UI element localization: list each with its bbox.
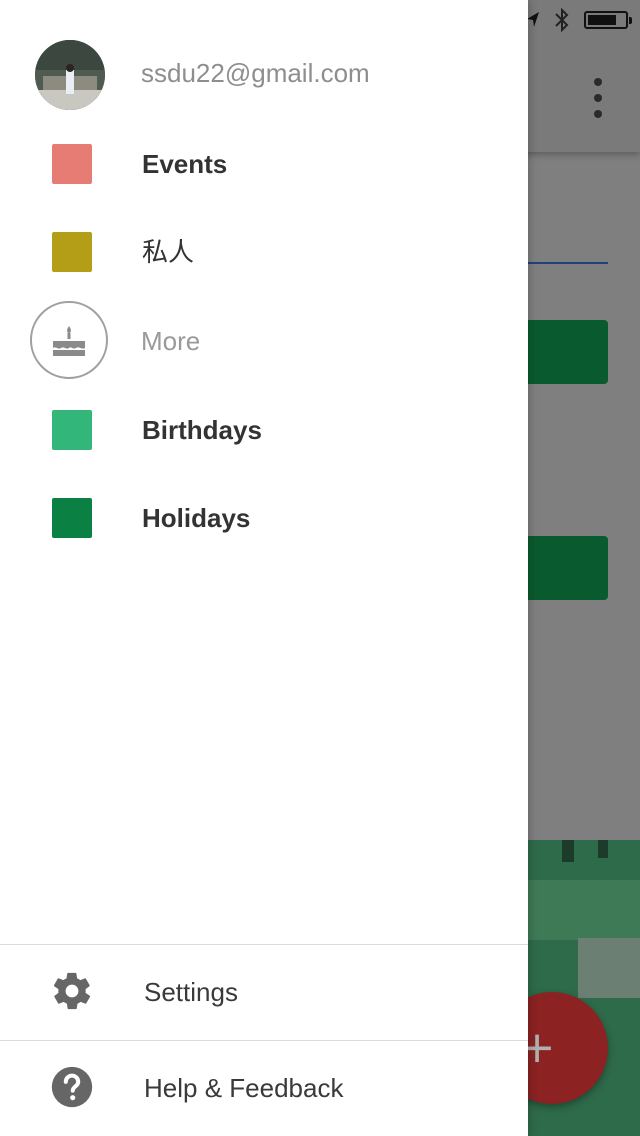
calendar-item-private[interactable]: 私人 — [0, 208, 528, 296]
battery-level — [588, 15, 616, 25]
calendar-item-holidays[interactable]: Holidays — [0, 474, 528, 562]
status-bar — [526, 7, 632, 33]
location-arrow-icon — [527, 12, 539, 27]
help-feedback-item[interactable]: Help & Feedback — [0, 1041, 528, 1135]
calendar-label: Birthdays — [142, 415, 262, 445]
calendar-color-swatch — [52, 232, 92, 272]
battery-icon — [584, 11, 632, 29]
more-label: More — [141, 326, 201, 356]
calendar-label: Events — [142, 149, 228, 179]
calendar-color-swatch — [52, 498, 92, 538]
calendar-label: 私人 — [142, 237, 195, 267]
account-header[interactable]: ssdu22@gmail.com — [0, 40, 528, 112]
date-underline — [528, 262, 608, 264]
more-calendars-header[interactable]: More — [0, 296, 528, 386]
bluetooth-icon — [555, 7, 569, 33]
settings-label: Settings — [144, 977, 238, 1007]
calendar-color-swatch — [52, 410, 92, 450]
help-feedback-label: Help & Feedback — [144, 1073, 344, 1103]
avatar[interactable] — [35, 40, 105, 110]
overflow-menu-icon[interactable] — [590, 78, 606, 118]
event-block[interactable] — [528, 536, 608, 600]
settings-item[interactable]: Settings — [0, 945, 528, 1039]
calendar-label: Holidays — [142, 503, 251, 533]
avatar-photo — [35, 40, 105, 110]
birthday-cake-icon — [30, 301, 108, 379]
help-icon — [51, 1066, 93, 1108]
account-email: ssdu22@gmail.com — [141, 58, 370, 88]
gear-icon — [53, 972, 91, 1010]
navigation-drawer: ssdu22@gmail.com Events 私人 More Birthday… — [0, 0, 528, 1136]
calendar-color-swatch — [52, 144, 92, 184]
event-block[interactable] — [528, 320, 608, 384]
calendar-item-events[interactable]: Events — [0, 120, 528, 208]
calendar-item-birthdays[interactable]: Birthdays — [0, 386, 528, 474]
